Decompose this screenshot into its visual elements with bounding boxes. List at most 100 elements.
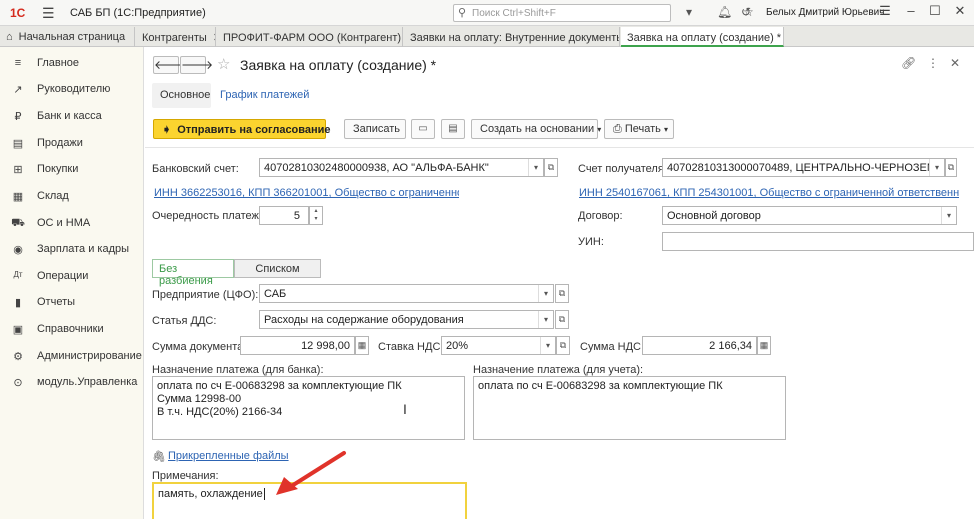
forward-button[interactable]: 🡒: [180, 56, 213, 74]
more-actions-icon[interactable]: ⋮: [927, 56, 939, 70]
main-menu-icon[interactable]: ☰: [42, 5, 55, 22]
sidebar-item-warehouse[interactable]: ▦ Склад: [0, 186, 144, 208]
calculator-icon[interactable]: ▦: [355, 336, 369, 355]
report-icon[interactable]: ▤: [441, 119, 465, 139]
home-icon: ⌂: [6, 31, 13, 43]
priority-field[interactable]: 5: [259, 206, 309, 225]
vat-rate-field[interactable]: 20% ▾: [441, 336, 556, 355]
maximize-icon[interactable]: ☐: [925, 3, 945, 19]
tab-label: ПРОФИТ-ФАРМ ООО (Контрагент): [223, 32, 402, 44]
purpose-accounting-label: Назначение платежа (для учета):: [473, 364, 644, 376]
vat-sum-label: Сумма НДС:: [580, 341, 645, 353]
star-icon[interactable]: ☆: [217, 55, 230, 73]
link-icon[interactable]: 🔗︎: [901, 56, 916, 70]
close-icon[interactable]: ✕: [213, 32, 215, 44]
dds-article-label: Статья ДДС:: [152, 315, 217, 327]
open-icon[interactable]: ⧉: [555, 284, 569, 303]
chevron-down-icon[interactable]: ▾: [528, 159, 543, 176]
document-sum-field[interactable]: 12 998,00: [240, 336, 355, 355]
sidebar-item-mgmt-module[interactable]: ⊙ модуль.Управленка: [0, 372, 144, 394]
sidebar-item-sales[interactable]: ▤ Продажи: [0, 133, 144, 155]
tab-home[interactable]: ⌂ Начальная страница: [0, 27, 135, 47]
chevron-down-icon[interactable]: ▾: [929, 159, 944, 176]
tab-counterparty-profit-farm[interactable]: ПРОФИТ-ФАРМ ООО (Контрагент)✕: [217, 27, 403, 47]
tab-payment-requests[interactable]: Заявки на оплату: Внутренние документы✕: [404, 27, 620, 47]
enterprise-field[interactable]: САБ ▾: [259, 284, 554, 303]
field-value: Расходы на содержание оборудования: [264, 314, 464, 326]
open-icon[interactable]: ⧉: [556, 336, 570, 355]
search-history-icon[interactable]: ▾: [686, 5, 692, 19]
sidebar-item-main[interactable]: ≡ Главное: [0, 53, 144, 75]
printer-icon: ⎙: [613, 123, 622, 135]
sidebar-item-operations[interactable]: Дт Операции: [0, 266, 144, 288]
dds-article-field[interactable]: Расходы на содержание оборудования ▾: [259, 310, 554, 329]
sidebar-item-fixed-assets[interactable]: ⛟ ОС и НМА: [0, 213, 144, 235]
sidebar-item-reports[interactable]: ▮ Отчеты: [0, 292, 144, 314]
chevron-down-icon[interactable]: ▾: [540, 337, 555, 354]
arrow-right-icon: ➧: [162, 124, 172, 136]
open-icon[interactable]: ⧉: [555, 310, 569, 329]
chevron-down-icon[interactable]: ▾: [941, 207, 956, 224]
back-button[interactable]: 🡐: [153, 56, 186, 74]
search-placeholder: Поиск Ctrl+Shift+F: [472, 8, 556, 19]
purpose-bank-line: оплата по сч Е-00683298 за комплектующие…: [157, 380, 402, 392]
purpose-accounting-textarea[interactable]: оплата по сч Е-00683298 за комплектующие…: [473, 376, 786, 440]
minimize-icon[interactable]: –: [901, 3, 921, 18]
uin-field[interactable]: [662, 232, 974, 251]
calculator-icon[interactable]: ▦: [757, 336, 771, 355]
sidebar-item-bank[interactable]: ₽ Банк и касса: [0, 106, 144, 128]
sidebar-item-label: ОС и НМА: [37, 217, 91, 229]
tab-payment-request-new[interactable]: Заявка на оплату (создание) *✕: [621, 27, 784, 47]
sidebar-item-purchases[interactable]: ⊞ Покупки: [0, 159, 144, 181]
recipient-details-link[interactable]: ИНН 2540167061, КПП 254301001, Общество …: [579, 187, 959, 199]
book-icon: ▣: [12, 324, 24, 336]
sales-icon: ▤: [12, 138, 24, 150]
contract-field[interactable]: Основной договор ▾: [662, 206, 957, 225]
sidebar-item-manager[interactable]: ↗ Руководителю: [0, 79, 144, 101]
tab-payment-schedule[interactable]: График платежей: [220, 89, 309, 101]
bar-chart-icon: ▮: [14, 297, 22, 309]
vat-sum-field[interactable]: 2 166,34: [642, 336, 757, 355]
tab-counterparties[interactable]: Контрагенты ✕: [136, 27, 216, 47]
priority-stepper[interactable]: ▴ ▾: [309, 206, 323, 225]
print-button[interactable]: ⎙ Печать ▾: [604, 119, 674, 139]
field-value: 20%: [446, 340, 469, 352]
tab-main[interactable]: Основное: [152, 83, 211, 108]
bell-icon[interactable]: 🔔︎: [717, 5, 732, 19]
settings-menu-icon[interactable]: ☰: [875, 3, 895, 19]
field-value: Основной договор: [667, 210, 761, 222]
search-icon: ⚲: [458, 7, 467, 19]
sidebar-item-label: модуль.Управленка: [37, 376, 138, 388]
chevron-down-icon: ▾: [597, 125, 602, 134]
favorites-icon[interactable]: ☆: [743, 5, 754, 19]
list-split-toggle[interactable]: Списком: [234, 259, 321, 278]
ruble-icon: ₽: [14, 111, 22, 123]
sidebar-item-catalogs[interactable]: ▣ Справочники: [0, 319, 144, 341]
save-button[interactable]: Записать: [344, 119, 406, 139]
document-movements-icon[interactable]: ▭: [411, 119, 435, 139]
open-icon[interactable]: ⧉: [945, 158, 957, 177]
send-for-approval-button[interactable]: ➧ Отправить на согласование: [153, 119, 331, 139]
sidebar-item-label: Руководителю: [37, 83, 111, 95]
chevron-down-icon[interactable]: ▾: [538, 285, 553, 302]
people-icon: ◉: [13, 244, 23, 256]
global-search-input[interactable]: ⚲ Поиск Ctrl+Shift+F: [453, 4, 671, 22]
close-window-icon[interactable]: ✕: [950, 3, 970, 19]
field-value: 40702810313000070489, ЦЕНТРАЛЬНО-ЧЕРНОЗЕ…: [667, 162, 944, 174]
sidebar-item-admin[interactable]: ⚙ Администрирование: [0, 346, 144, 368]
payer-details-link[interactable]: ИНН 3662253016, КПП 366201001, Общество …: [154, 187, 459, 199]
chevron-down-icon[interactable]: ▾: [538, 311, 553, 328]
bank-account-label: Банковский счет:: [152, 163, 239, 175]
sidebar-item-payroll[interactable]: ◉ Зарплата и кадры: [0, 239, 144, 261]
create-based-on-button[interactable]: Создать на основании ▾: [471, 119, 602, 139]
current-user[interactable]: Белых Дмитрий Юрьевич: [766, 7, 884, 18]
purpose-bank-textarea[interactable]: оплата по сч Е-00683298 за комплектующие…: [152, 376, 465, 440]
close-icon[interactable]: ✕: [950, 56, 960, 70]
bank-account-field[interactable]: 40702810302480000938, АО "АЛЬФА-БАНК" ▾: [259, 158, 544, 177]
recipient-account-field[interactable]: 40702810313000070489, ЦЕНТРАЛЬНО-ЧЕРНОЗЕ…: [662, 158, 945, 177]
sidebar-item-label: Банк и касса: [37, 110, 102, 122]
no-split-toggle[interactable]: Без разбиения: [152, 259, 234, 287]
button-label: Отправить на согласование: [177, 124, 331, 136]
open-icon[interactable]: ⧉: [544, 158, 558, 177]
annotation-arrow-shaft: [288, 451, 346, 489]
